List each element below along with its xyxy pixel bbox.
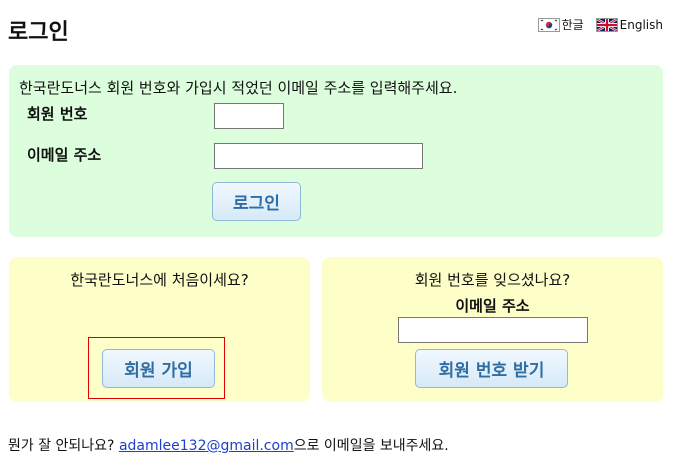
forgot-question: 회원 번호를 잊으셨나요? [414, 271, 571, 289]
page-title: 로그인 [8, 20, 69, 45]
support-email-link[interactable]: adamlee132@gmail.com [119, 438, 294, 454]
member-number-input[interactable] [214, 103, 284, 129]
language-english[interactable]: English [595, 16, 663, 33]
forgot-email-input[interactable] [398, 317, 588, 343]
forgot-number-panel: 회원 번호를 잊으셨나요? 이메일 주소 회원 번호 받기 [322, 257, 663, 402]
korea-flag-icon [537, 17, 560, 32]
login-instruction: 한국란도너스 회원 번호와 가입시 적었던 이메일 주소를 입력해주세요. [19, 79, 458, 97]
language-korean[interactable]: 한글 [537, 16, 584, 33]
footer-help: 뭔가 잘 안되나요? adamlee132@gmail.com으로 이메일을 보… [8, 435, 449, 455]
footer-suffix: 으로 이메일을 보내주세요. [293, 438, 449, 454]
language-switcher: 한글 English [537, 16, 663, 33]
get-member-number-button[interactable]: 회원 번호 받기 [415, 349, 568, 388]
forgot-email-label: 이메일 주소 [455, 297, 530, 315]
footer-prefix: 뭔가 잘 안되나요? [8, 438, 119, 454]
uk-flag-icon [595, 17, 618, 32]
login-button[interactable]: 로그인 [212, 182, 301, 221]
login-panel: 한국란도너스 회원 번호와 가입시 적었던 이메일 주소를 입력해주세요. 회원… [9, 65, 663, 237]
email-label: 이메일 주소 [27, 146, 102, 164]
language-english-label: English [619, 17, 663, 32]
language-korean-label: 한글 [561, 18, 584, 32]
email-input[interactable] [214, 143, 423, 169]
signup-button[interactable]: 회원 가입 [102, 349, 215, 388]
signup-panel: 한국란도너스에 처음이세요? 회원 가입 [9, 257, 310, 402]
member-number-label: 회원 번호 [27, 105, 88, 123]
signup-question: 한국란도너스에 처음이세요? [70, 271, 249, 289]
